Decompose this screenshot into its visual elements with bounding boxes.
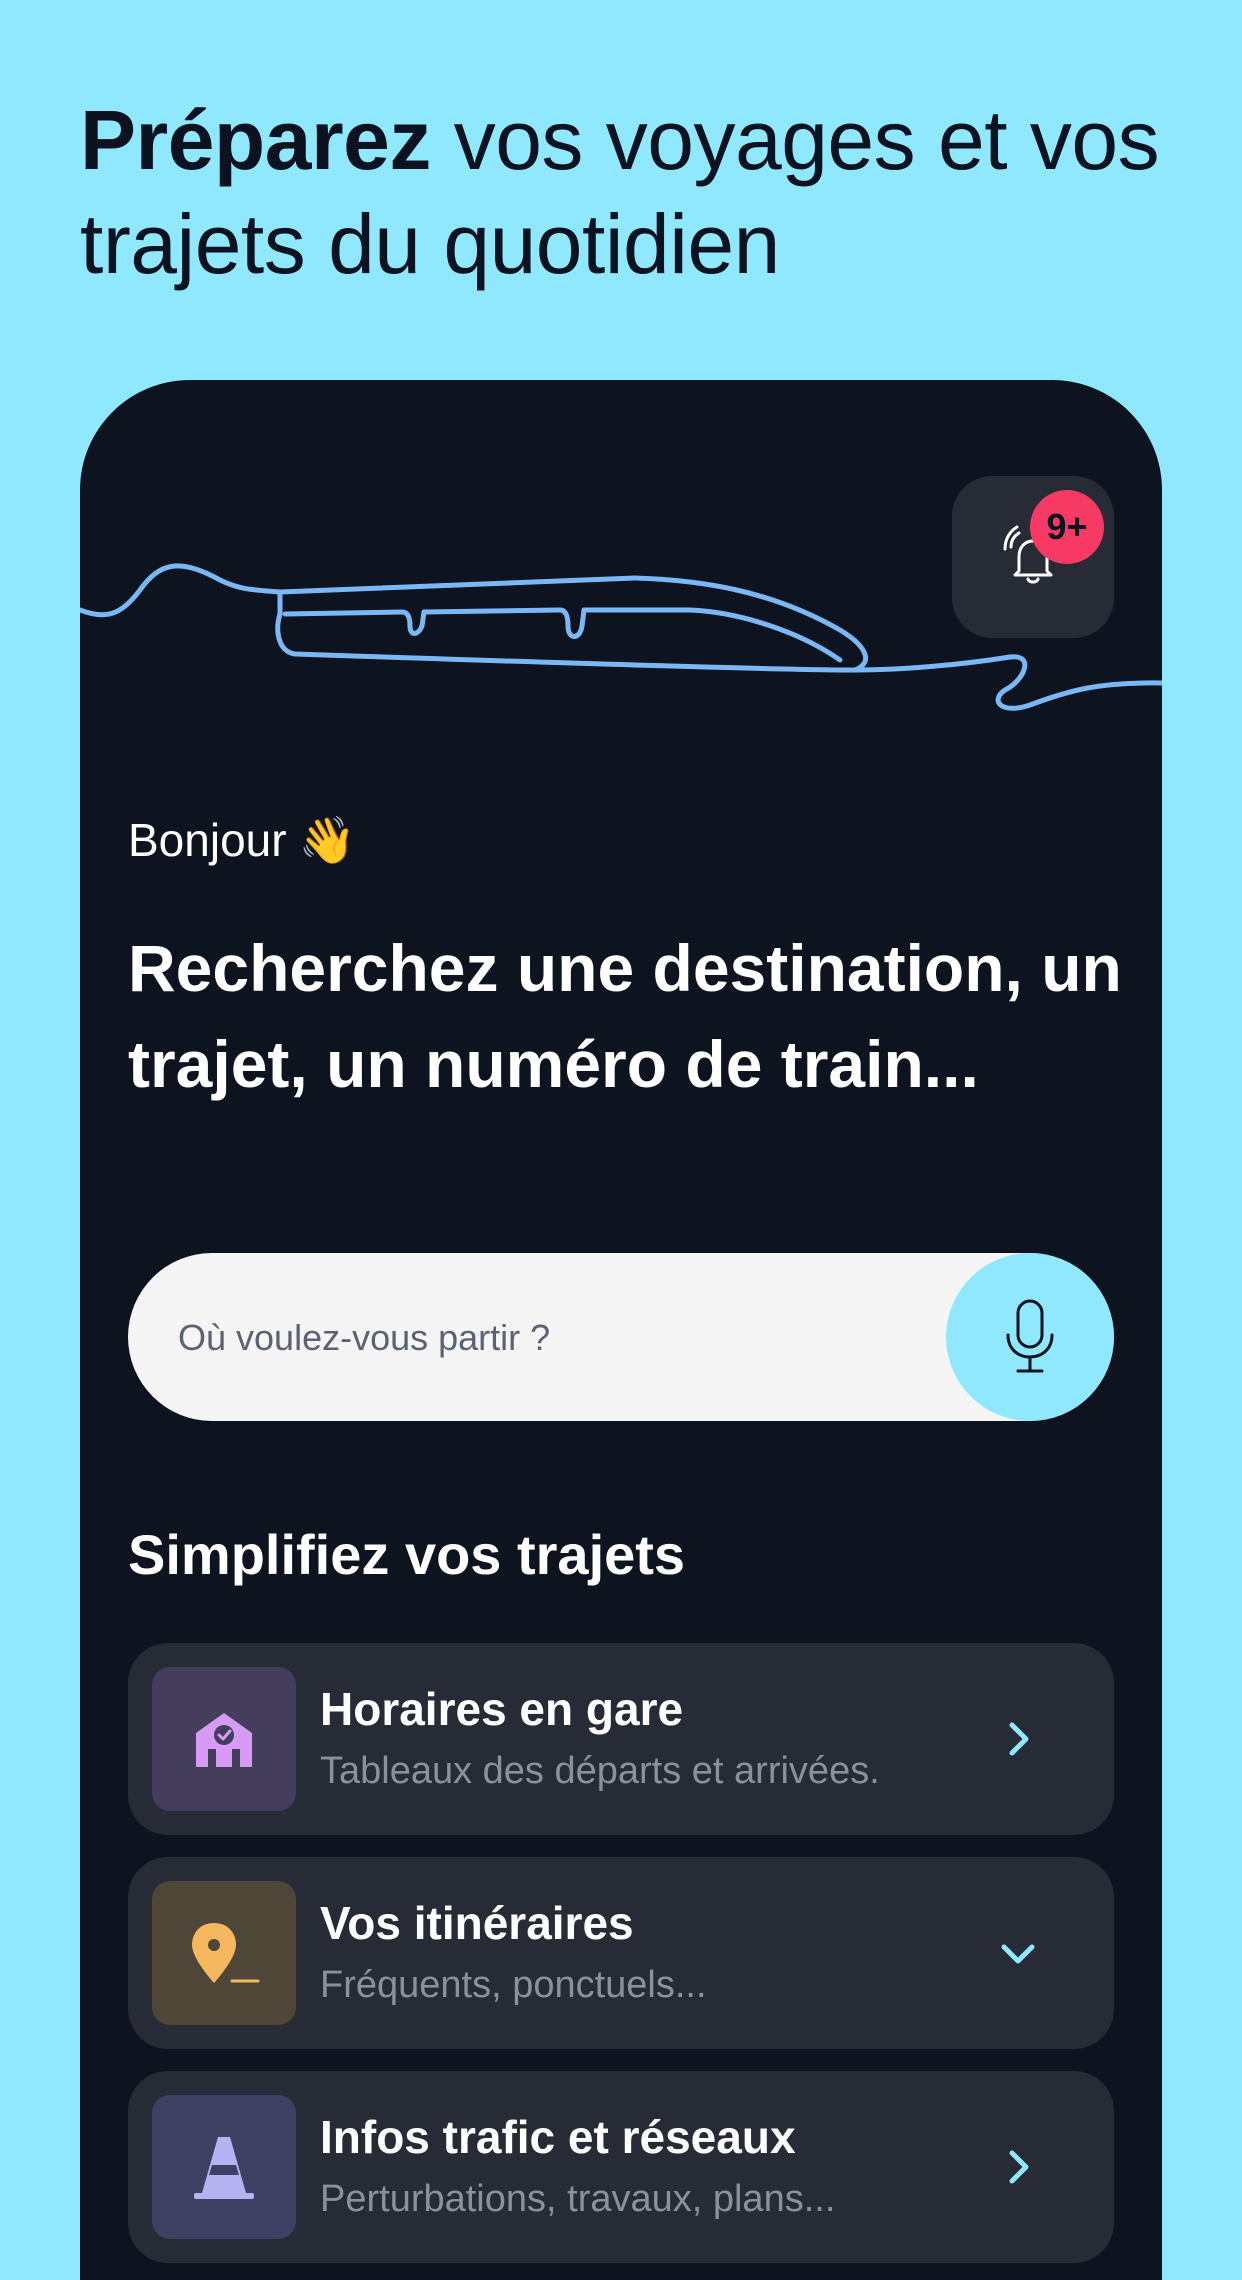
card-subtitle: Perturbations, travaux, plans... [320, 2178, 836, 2220]
voice-search-button[interactable] [946, 1253, 1114, 1421]
microphone-icon [1006, 1299, 1054, 1373]
search-input[interactable] [176, 1303, 920, 1373]
section-title: Simplifiez vos trajets [128, 1523, 686, 1586]
hero-title: Préparez vos voyages et vos trajets du q… [80, 88, 1180, 296]
notification-count-badge: 9+ [1030, 490, 1104, 564]
chevron-down-icon [1001, 1944, 1035, 1964]
card-your-itineraries[interactable]: Vos itinéraires Fréquents, ponctuels... [128, 1857, 1114, 2049]
card-title: Vos itinéraires [320, 1897, 634, 1949]
card-icon-tile [152, 2095, 296, 2239]
app-screen: 9+ Bonjour 👋 Recherchez une destination, … [80, 380, 1162, 2280]
chevron-right-icon [1009, 1722, 1029, 1756]
card-title: Horaires en gare [320, 1683, 684, 1735]
card-icon-tile [152, 1881, 296, 2025]
hero-title-strong: Préparez [80, 93, 431, 187]
search-headline: Recherchez une destination, un trajet, u… [128, 931, 1122, 1101]
waving-hand-icon: 👋 [298, 813, 356, 867]
card-subtitle: Tableaux des départs et arrivées. [320, 1750, 880, 1792]
search-bar[interactable] [128, 1253, 1114, 1421]
greeting-text: Bonjour [128, 814, 287, 866]
greeting: Bonjour 👋 [128, 810, 356, 870]
card-icon-tile [152, 1667, 296, 1811]
location-pin-icon [192, 1923, 260, 1983]
card-station-timetables[interactable]: Horaires en gare Tableaux des départs et… [128, 1643, 1114, 1835]
card-subtitle: Fréquents, ponctuels... [320, 1964, 707, 2006]
station-icon [196, 1713, 252, 1767]
card-title: Infos trafic et réseaux [320, 2111, 796, 2163]
card-traffic-info[interactable]: Infos trafic et réseaux Perturbations, t… [128, 2071, 1114, 2263]
chevron-right-icon [1009, 2150, 1029, 2184]
traffic-cone-icon [194, 2137, 254, 2199]
